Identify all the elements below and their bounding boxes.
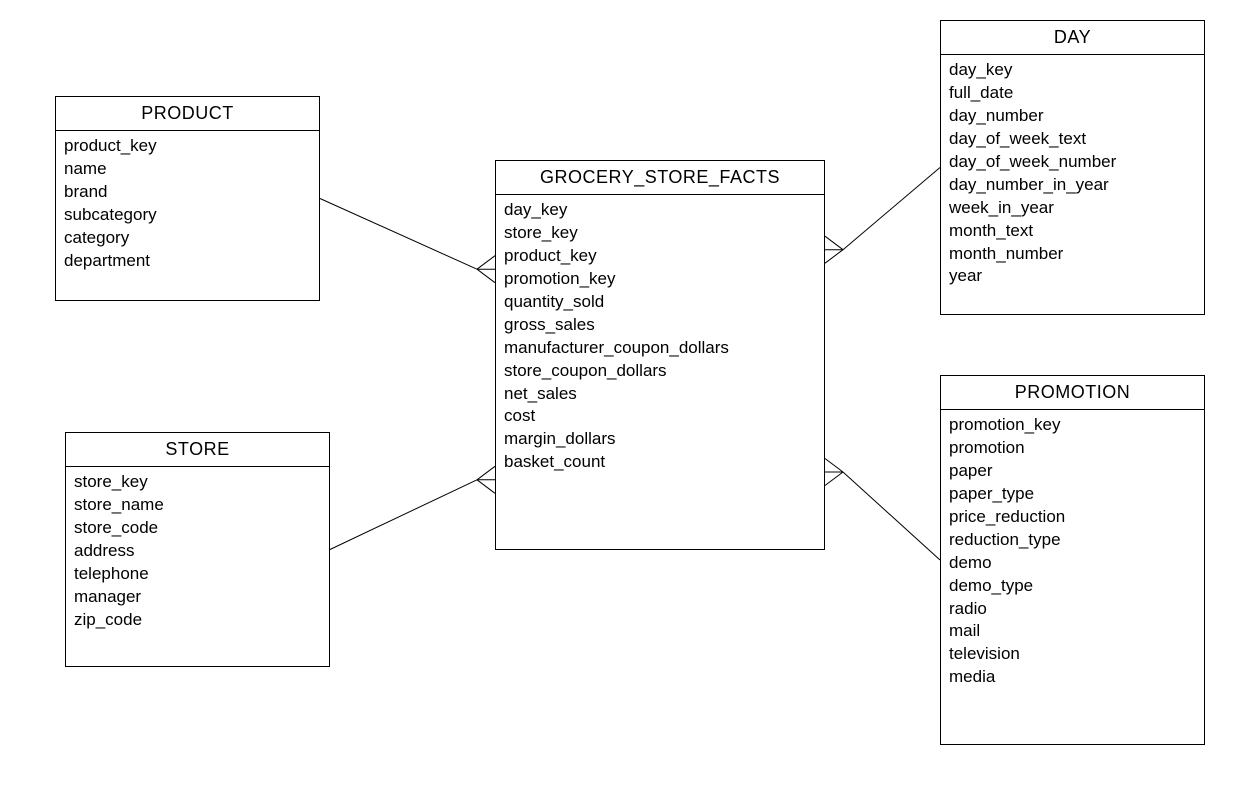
attr-promotion-reduction-type: reduction_type: [949, 529, 1196, 552]
attr-facts-cost: cost: [504, 405, 816, 428]
er-diagram-canvas: PRODUCT product_keynamebrandsubcategoryc…: [0, 0, 1256, 786]
entity-product-title: PRODUCT: [56, 97, 319, 131]
crowfoot-day-to-facts: [825, 236, 843, 250]
attr-day-month-text: month_text: [949, 220, 1196, 243]
entity-store: STORE store_keystore_namestore_codeaddre…: [65, 432, 330, 667]
attr-store-store-name: store_name: [74, 494, 321, 517]
crowfoot-product-to-facts: [477, 256, 495, 270]
entity-day-title: DAY: [941, 21, 1204, 55]
attr-day-full-date: full_date: [949, 82, 1196, 105]
entity-promotion-attrs: promotion_keypromotionpaperpaper_typepri…: [941, 410, 1204, 697]
attr-promotion-price-reduction: price_reduction: [949, 506, 1196, 529]
attr-product-subcategory: subcategory: [64, 204, 311, 227]
attr-day-week-in-year: week_in_year: [949, 197, 1196, 220]
crowfoot-store-to-facts: [477, 466, 495, 480]
attr-day-day-of-week-number: day_of_week_number: [949, 151, 1196, 174]
entity-grocery-store-facts: GROCERY_STORE_FACTS day_keystore_keyprod…: [495, 160, 825, 550]
attr-facts-day-key: day_key: [504, 199, 816, 222]
attr-promotion-paper: paper: [949, 460, 1196, 483]
attr-day-day-of-week-text: day_of_week_text: [949, 128, 1196, 151]
connector-store-to-facts: [330, 480, 477, 550]
attr-facts-product-key: product_key: [504, 245, 816, 268]
attr-day-day-number-in-year: day_number_in_year: [949, 174, 1196, 197]
entity-promotion: PROMOTION promotion_keypromotionpaperpap…: [940, 375, 1205, 745]
attr-facts-store-coupon-dollars: store_coupon_dollars: [504, 360, 816, 383]
attr-promotion-radio: radio: [949, 598, 1196, 621]
attr-promotion-paper-type: paper_type: [949, 483, 1196, 506]
crowfoot-product-to-facts: [477, 269, 495, 283]
attr-facts-quantity-sold: quantity_sold: [504, 291, 816, 314]
attr-promotion-television: television: [949, 643, 1196, 666]
entity-store-attrs: store_keystore_namestore_codeaddresstele…: [66, 467, 329, 640]
attr-product-product-key: product_key: [64, 135, 311, 158]
attr-store-address: address: [74, 540, 321, 563]
attr-facts-manufacturer-coupon-dollars: manufacturer_coupon_dollars: [504, 337, 816, 360]
attr-facts-basket-count: basket_count: [504, 451, 816, 474]
attr-day-year: year: [949, 265, 1196, 288]
attr-facts-store-key: store_key: [504, 222, 816, 245]
entity-promotion-title: PROMOTION: [941, 376, 1204, 410]
attr-promotion-demo-type: demo_type: [949, 575, 1196, 598]
attr-day-month-number: month_number: [949, 243, 1196, 266]
entity-facts-attrs: day_keystore_keyproduct_keypromotion_key…: [496, 195, 824, 482]
attr-promotion-demo: demo: [949, 552, 1196, 575]
connector-day-to-facts: [843, 168, 940, 250]
attr-facts-net-sales: net_sales: [504, 383, 816, 406]
attr-day-day-number: day_number: [949, 105, 1196, 128]
connector-promotion-to-facts: [843, 472, 940, 560]
attr-store-zip-code: zip_code: [74, 609, 321, 632]
attr-promotion-mail: mail: [949, 620, 1196, 643]
crowfoot-promotion-to-facts: [825, 459, 843, 473]
connector-product-to-facts: [320, 199, 477, 270]
entity-store-title: STORE: [66, 433, 329, 467]
crowfoot-day-to-facts: [825, 250, 843, 264]
attr-facts-margin-dollars: margin_dollars: [504, 428, 816, 451]
entity-day-attrs: day_keyfull_dateday_numberday_of_week_te…: [941, 55, 1204, 296]
attr-store-manager: manager: [74, 586, 321, 609]
entity-facts-title: GROCERY_STORE_FACTS: [496, 161, 824, 195]
crowfoot-store-to-facts: [477, 480, 495, 494]
attr-product-name: name: [64, 158, 311, 181]
attr-promotion-media: media: [949, 666, 1196, 689]
attr-promotion-promotion-key: promotion_key: [949, 414, 1196, 437]
attr-facts-gross-sales: gross_sales: [504, 314, 816, 337]
attr-store-telephone: telephone: [74, 563, 321, 586]
entity-day: DAY day_keyfull_dateday_numberday_of_wee…: [940, 20, 1205, 315]
attr-product-department: department: [64, 250, 311, 273]
attr-day-day-key: day_key: [949, 59, 1196, 82]
entity-product-attrs: product_keynamebrandsubcategorycategoryd…: [56, 131, 319, 281]
entity-product: PRODUCT product_keynamebrandsubcategoryc…: [55, 96, 320, 301]
crowfoot-promotion-to-facts: [825, 472, 843, 486]
attr-product-brand: brand: [64, 181, 311, 204]
attr-facts-promotion-key: promotion_key: [504, 268, 816, 291]
attr-product-category: category: [64, 227, 311, 250]
attr-promotion-promotion: promotion: [949, 437, 1196, 460]
attr-store-store-code: store_code: [74, 517, 321, 540]
attr-store-store-key: store_key: [74, 471, 321, 494]
